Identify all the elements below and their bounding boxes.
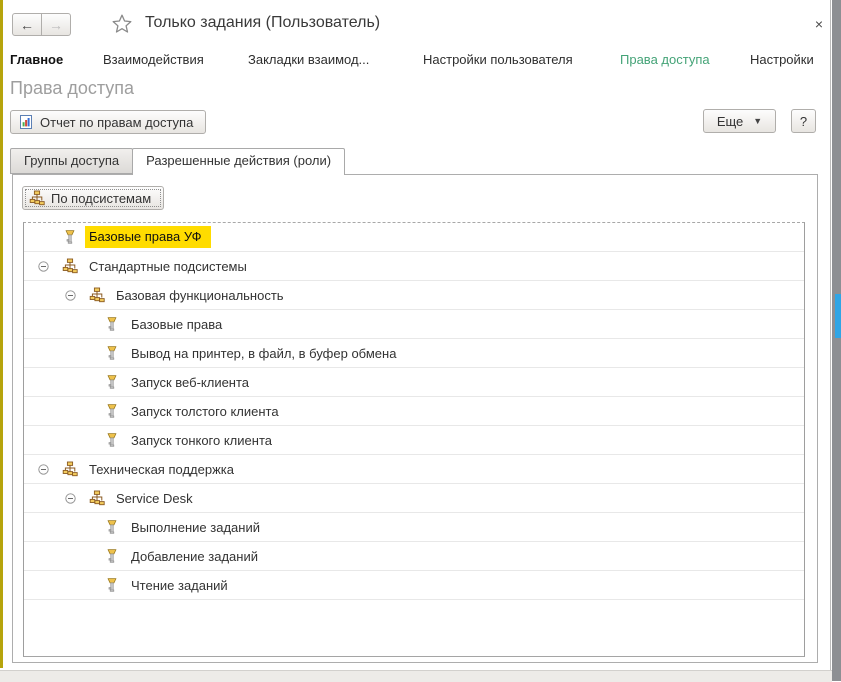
- tree-row[interactable]: Стандартные подсистемы: [24, 252, 804, 281]
- more-button-label: Еще: [717, 114, 743, 129]
- nav-item-4[interactable]: Настройки пользователя: [423, 52, 573, 67]
- page-title: Права доступа: [10, 78, 134, 99]
- access-rights-report-button[interactable]: Отчет по правам доступа: [10, 110, 206, 134]
- favorite-star-icon[interactable]: [110, 12, 134, 36]
- window-right-border: [830, 0, 831, 681]
- tree-row[interactable]: Запуск толстого клиента: [24, 397, 804, 426]
- key-icon: [104, 548, 120, 564]
- tree-row[interactable]: Техническая поддержка: [24, 455, 804, 484]
- roles-icon: [89, 287, 105, 303]
- report-icon: [18, 114, 34, 130]
- tree-label: Service Desk: [116, 491, 193, 506]
- tree-label: Стандартные подсистемы: [89, 259, 247, 274]
- tree-label: Вывод на принтер, в файл, в буфер обмена: [131, 346, 396, 361]
- window-left-accent-stripe: [0, 0, 3, 668]
- collapse-minus-icon[interactable]: [38, 261, 49, 272]
- tree-row[interactable]: Базовая функциональность: [24, 281, 804, 310]
- window-bottom-edge: [0, 670, 832, 682]
- forward-button[interactable]: →: [41, 13, 71, 36]
- tree-row[interactable]: Запуск веб-клиента: [24, 368, 804, 397]
- tree-row[interactable]: Базовые права УФ: [24, 223, 804, 252]
- key-icon: [104, 519, 120, 535]
- tree-label: Чтение заданий: [131, 578, 228, 593]
- tree-row[interactable]: Запуск тонкого клиента: [24, 426, 804, 455]
- roles-icon: [89, 490, 105, 506]
- help-button[interactable]: ?: [791, 109, 816, 133]
- tree-label: Запуск толстого клиента: [131, 404, 279, 419]
- window-title: Только задания (Пользователь): [145, 14, 380, 32]
- roles-icon: [29, 190, 45, 206]
- back-button[interactable]: ←: [12, 13, 42, 36]
- tree-label: Базовые права: [131, 317, 222, 332]
- nav-item-3[interactable]: Закладки взаимод...: [248, 52, 369, 67]
- tab-strip: Группы доступаРазрешенные действия (роли…: [10, 148, 345, 175]
- nav-item-1[interactable]: Главное: [10, 52, 63, 67]
- roles-icon: [62, 461, 78, 477]
- collapse-minus-icon[interactable]: [38, 464, 49, 475]
- tree-label: Выполнение заданий: [131, 520, 260, 535]
- key-icon: [104, 316, 120, 332]
- tree-row[interactable]: Добавление заданий: [24, 542, 804, 571]
- roles-tree: Базовые права УФ Стандартные подсистемы Ба…: [23, 222, 805, 657]
- section-nav: Главное Взаимодействия Закладки взаимод...…: [0, 52, 830, 72]
- collapse-minus-icon[interactable]: [65, 290, 76, 301]
- back-arrow-icon: ←: [20, 17, 34, 33]
- tree-row[interactable]: Базовые права: [24, 310, 804, 339]
- history-buttons: ← →: [12, 13, 71, 36]
- by-subsystems-label: По подсистемам: [51, 191, 151, 206]
- tree-label-selected: Базовые права УФ: [85, 226, 211, 248]
- key-icon: [62, 229, 78, 245]
- tree-label: Техническая поддержка: [89, 462, 234, 477]
- tree-row[interactable]: Чтение заданий: [24, 571, 804, 600]
- collapse-minus-icon[interactable]: [65, 493, 76, 504]
- tree-label: Запуск тонкого клиента: [131, 433, 272, 448]
- tree-label: Базовая функциональность: [116, 288, 284, 303]
- desktop-edge-blue-fragment: [835, 294, 841, 338]
- desktop-edge-strip: [832, 0, 841, 681]
- tab-2[interactable]: Разрешенные действия (роли): [132, 148, 345, 175]
- report-button-label: Отчет по правам доступа: [40, 115, 193, 130]
- tree-row[interactable]: Service Desk: [24, 484, 804, 513]
- chevron-down-icon: ▼: [753, 117, 762, 126]
- tree-row[interactable]: Выполнение заданий: [24, 513, 804, 542]
- tree-label: Добавление заданий: [131, 549, 258, 564]
- nav-item-2[interactable]: Взаимодействия: [103, 52, 204, 67]
- close-icon[interactable]: ×: [808, 12, 830, 34]
- key-icon: [104, 577, 120, 593]
- by-subsystems-button[interactable]: По подсистемам: [22, 186, 164, 210]
- key-icon: [104, 403, 120, 419]
- more-button[interactable]: Еще ▼: [703, 109, 776, 133]
- key-icon: [104, 374, 120, 390]
- tree-row[interactable]: Вывод на принтер, в файл, в буфер обмена: [24, 339, 804, 368]
- roles-icon: [62, 258, 78, 274]
- forward-arrow-icon: →: [49, 17, 63, 33]
- tab-1[interactable]: Группы доступа: [10, 148, 133, 174]
- key-icon: [104, 345, 120, 361]
- tree-label: Запуск веб-клиента: [131, 375, 249, 390]
- key-icon: [104, 432, 120, 448]
- nav-item-6[interactable]: Настройки: [750, 52, 814, 67]
- nav-item-5[interactable]: Права доступа: [620, 52, 710, 67]
